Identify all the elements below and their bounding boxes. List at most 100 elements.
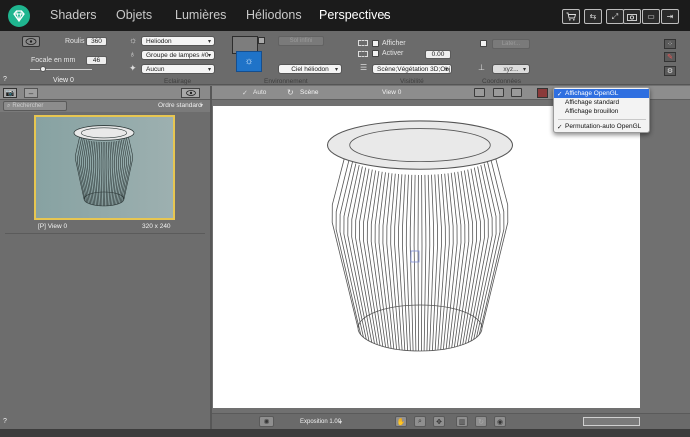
afficher-label: Afficher (382, 40, 406, 47)
eye-icon[interactable] (181, 88, 200, 98)
zoom-icon[interactable]: ⌕ (414, 416, 426, 427)
list-help-icon[interactable]: ? (3, 418, 7, 425)
frame-selection-icon[interactable] (511, 88, 522, 97)
checkmark-icon: ✓ (557, 90, 563, 98)
activer-checkbox[interactable] (372, 50, 379, 57)
heliodon-dropdown[interactable]: Heliodon (141, 36, 215, 46)
focale-input[interactable]: 46 (86, 56, 107, 65)
view-label: View 0 (53, 77, 74, 84)
camera-icon[interactable] (623, 9, 641, 24)
focale-label: Focale en mm (31, 57, 76, 64)
sort-dropdown[interactable]: Ordre standard (158, 102, 202, 109)
later-button[interactable]: Later... (492, 39, 530, 49)
aperture-icon[interactable]: ✺ (259, 416, 274, 427)
3d-viewport[interactable] (213, 106, 640, 408)
tab-heliodons[interactable]: Héliodons (246, 8, 302, 22)
coordinates-checkbox[interactable] (480, 40, 487, 47)
tab-shaders[interactable]: Shaders (50, 8, 97, 22)
afficher-checkbox[interactable] (372, 40, 379, 47)
menu-item-label: Permutation-auto OpenGL (565, 123, 642, 130)
menu-item-label: Affichage standard (565, 99, 620, 106)
tab-dropdown-caret-icon[interactable]: ▾ (383, 12, 387, 20)
search-placeholder: Rechercher (12, 103, 44, 109)
auto-label: Auto (253, 89, 267, 96)
menu-item-label: Affichage brouillon (565, 108, 619, 115)
menu-item-standard[interactable]: Affichage standard (554, 98, 649, 107)
thumbnail-name: [P] View 0 (38, 223, 68, 230)
layers-icon: ☰ (360, 63, 368, 72)
visibility-value-input[interactable]: 0.00 (425, 50, 451, 59)
help-icon[interactable]: ? (3, 76, 7, 83)
hand-pan-icon[interactable]: ✋ (395, 416, 407, 427)
settings-gear-icon[interactable]: ⚙ (664, 66, 676, 76)
walk-icon[interactable]: ▥ (456, 416, 468, 427)
environment-options-icon[interactable] (258, 37, 265, 44)
camera-target-icon[interactable] (22, 36, 40, 47)
rotate-icon[interactable]: ↻ (475, 416, 487, 427)
sort-caret-icon[interactable]: ▾ (200, 102, 203, 109)
panel-splitter[interactable] (210, 86, 212, 429)
pencil-icon[interactable]: ✎ (664, 52, 676, 62)
sun-icon: ☼ (129, 35, 138, 45)
light-icon: ✦ (129, 63, 137, 73)
visibility-frame-icon (358, 40, 368, 46)
scene-layers-dropdown[interactable]: Scène;Végétation 3D;Obj (372, 64, 452, 74)
environnement-section-label: Environnement (264, 78, 308, 85)
move-icon[interactable]: ✥ (433, 416, 445, 427)
menu-item-brouillon[interactable]: Affichage brouillon (554, 107, 649, 116)
lamp-icon: ♁ (129, 49, 136, 59)
tab-lumieres[interactable]: Lumières (175, 8, 226, 22)
ciel-dropdown[interactable]: Ciel héliodon (278, 64, 342, 74)
aucun-dropdown[interactable]: Aucun (141, 64, 215, 74)
menu-separator (558, 119, 646, 120)
window-icon[interactable]: ▭ (642, 9, 660, 24)
cart-icon[interactable] (562, 9, 580, 24)
roulis-input[interactable]: 360 (86, 37, 107, 46)
status-strip (0, 429, 690, 437)
render-icon[interactable]: ◉ (494, 416, 506, 427)
vase-wireframe-render (326, 120, 514, 352)
list-divider (5, 233, 205, 234)
menu-item-opengl[interactable]: ✓ Affichage OpenGL (554, 89, 649, 98)
sol-infini-button[interactable]: Sol infini (278, 36, 324, 46)
checkmark-icon: ✓ (557, 123, 563, 131)
activation-frame-icon (358, 51, 368, 57)
tab-objets[interactable]: Objets (116, 8, 152, 22)
grid-icon[interactable]: ⁘ (664, 39, 676, 49)
search-input[interactable]: ⌕ Rechercher (3, 101, 67, 111)
scene-label[interactable]: Scène (300, 89, 318, 96)
roulis-label: Roulis (65, 38, 85, 45)
thumbnail-size: 320 x 240 (142, 223, 171, 230)
visibilite-section-label: Visibilité (400, 78, 424, 85)
focale-slider-handle[interactable] (40, 66, 46, 72)
eclairage-section-label: Eclairage (164, 78, 192, 85)
app-logo-icon[interactable] (8, 5, 30, 27)
swap-arrows-icon[interactable]: ⇆ (584, 9, 602, 24)
axes-icon: ⊥ (478, 63, 485, 72)
expand-arrows-icon[interactable]: ⤢ (606, 9, 624, 24)
perspective-thumbnail[interactable] (34, 115, 175, 220)
display-mode-menu: ✓ Affichage OpenGL Affichage standard Aff… (553, 87, 650, 133)
menu-item-permutation[interactable]: ✓ Permutation-auto OpenGL (554, 122, 649, 131)
xyz-button[interactable]: xyz... (492, 64, 530, 74)
add-camera-icon[interactable]: 📷 (3, 88, 17, 98)
thumbnail-render (36, 117, 173, 218)
display-mode-icon[interactable] (537, 88, 548, 98)
frame-fit-icon[interactable] (474, 88, 485, 97)
coordonnees-section-label: Coordonnées (482, 78, 522, 85)
exposure-label[interactable]: Exposition 1.00 (300, 419, 341, 425)
lamp-group-dropdown[interactable]: Groupe de lampes #0 (141, 50, 215, 60)
activer-label: Activer (382, 50, 404, 57)
auto-checkbox-icon[interactable]: ✓ (242, 89, 248, 97)
scene-orbit-icon[interactable]: ↻ (287, 88, 294, 97)
viewport-view-label: View 0 (382, 89, 402, 96)
frame-all-icon[interactable] (493, 88, 504, 97)
exposure-caret-icon[interactable]: ▾ (339, 419, 342, 426)
sky-sun-icon[interactable]: ☼ (236, 51, 262, 72)
viewport-side-gutter (641, 101, 690, 414)
progress-bar (583, 417, 640, 426)
tab-perspectives[interactable]: Perspectives (319, 8, 391, 22)
remove-camera-button[interactable]: – (24, 88, 38, 98)
search-icon: ⌕ (7, 102, 11, 109)
export-icon[interactable]: ⇥ (661, 9, 679, 24)
